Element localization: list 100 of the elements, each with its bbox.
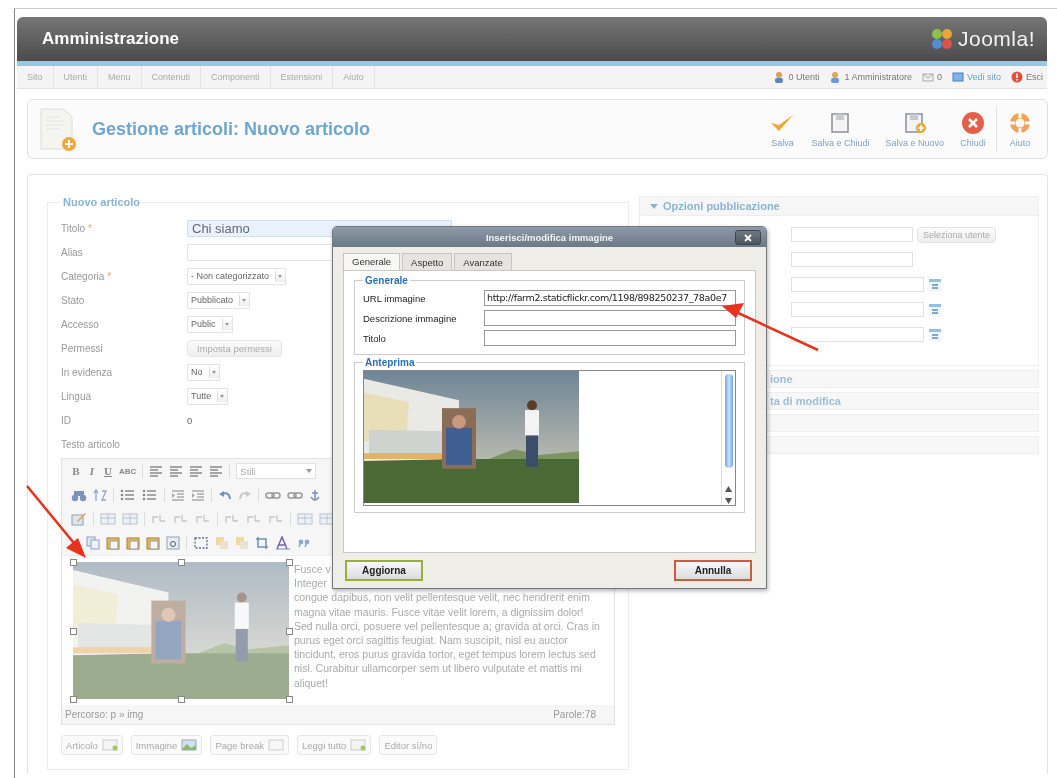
fieldset-legend: Nuovo articolo [61, 196, 142, 208]
status-link[interactable]: Esci [1026, 72, 1043, 82]
resize-handle[interactable] [70, 559, 77, 566]
menu-item[interactable]: Estensioni [270, 66, 334, 88]
link-icon[interactable] [287, 489, 303, 501]
status-link[interactable]: 0 Utenti [788, 72, 820, 82]
permissions-button[interactable]: Imposta permessi [187, 339, 282, 357]
date-field[interactable] [791, 277, 924, 292]
resize-handle[interactable] [70, 696, 77, 703]
field-label: ID [61, 414, 71, 426]
menu-item[interactable]: Componenti [201, 66, 271, 88]
format-button[interactable]: B [71, 465, 81, 477]
calendar-icon[interactable] [928, 277, 942, 292]
split-icon[interactable] [195, 513, 211, 525]
link-icon[interactable] [265, 489, 281, 501]
select-field[interactable]: No [187, 363, 220, 381]
sort-icon[interactable] [93, 488, 107, 502]
letter-box-icon[interactable] [166, 536, 180, 550]
copy-icon[interactable] [86, 536, 100, 550]
align-icon[interactable] [189, 465, 204, 477]
align-icon[interactable] [209, 465, 224, 477]
format-button[interactable]: ABC [119, 466, 137, 476]
close-icon[interactable] [744, 233, 752, 242]
select-field[interactable]: Public [187, 315, 233, 333]
list-icon[interactable] [120, 489, 136, 501]
text-field[interactable] [484, 330, 736, 346]
align-icon[interactable] [149, 465, 164, 477]
dialog-tab[interactable]: Avanzate [454, 253, 512, 270]
dialog-tab[interactable]: Generale [343, 253, 401, 270]
select-field[interactable]: - Non categorizzato [187, 267, 287, 285]
toolbar-button[interactable]: Salva e Nuovo [877, 110, 952, 148]
clipboard-icon[interactable] [146, 536, 160, 550]
lifebuoy-icon[interactable] [1007, 110, 1033, 135]
toolbar-button[interactable]: Salva e Chiudi [803, 110, 878, 148]
calendar-icon[interactable] [928, 327, 942, 342]
binoculars-icon[interactable] [71, 488, 87, 502]
indent-icon[interactable] [171, 489, 185, 501]
dialog-button[interactable]: Annulla [674, 560, 752, 581]
clipboard-icon[interactable] [106, 536, 120, 550]
calendar-icon[interactable] [928, 302, 942, 317]
resize-handle[interactable] [178, 696, 185, 703]
dropdown-icon[interactable] [306, 469, 313, 473]
split-icon[interactable] [151, 513, 167, 525]
toolbar-button[interactable]: Chiudi [952, 110, 994, 148]
close-icon[interactable] [960, 110, 986, 135]
align-icon[interactable] [169, 465, 184, 477]
text-field[interactable]: http://farm2.staticflickr.com/1198/898250237_78a0e7 [484, 290, 736, 306]
anchor-icon[interactable] [309, 488, 321, 502]
scroll-up-icon[interactable] [725, 486, 732, 492]
style-select[interactable]: Stili [236, 463, 317, 479]
layers-icon[interactable] [215, 536, 229, 550]
format-button[interactable]: I [87, 465, 97, 477]
select-user-button[interactable]: Seleziona utente [917, 226, 997, 243]
status-link[interactable]: 1 Amministratore [844, 72, 912, 82]
editor-button[interactable]: Leggi tutto [297, 735, 372, 755]
menu-item[interactable]: Utenti [53, 66, 99, 88]
field-label: Testo articolo [61, 438, 120, 450]
dashed-box-icon[interactable] [193, 536, 209, 550]
toolbar-button[interactable]: Aiuto [999, 110, 1041, 148]
text-field[interactable] [484, 310, 736, 326]
date-field[interactable] [791, 327, 924, 342]
select-field[interactable]: Pubblicato [187, 291, 251, 309]
undo-icon[interactable] [218, 489, 232, 501]
menu-item[interactable]: Contenuti [141, 66, 202, 88]
close-button[interactable] [735, 230, 761, 245]
select-field[interactable]: Tutte [187, 387, 229, 405]
resize-handle[interactable] [286, 696, 293, 703]
layers-icon[interactable] [235, 536, 249, 550]
split-icon[interactable] [246, 513, 262, 525]
panel-title[interactable]: Opzioni pubblicazione [663, 200, 780, 212]
list-icon[interactable] [142, 489, 158, 501]
clipboard-icon[interactable] [126, 536, 140, 550]
resize-handle[interactable] [286, 559, 293, 566]
status-link[interactable]: Vedi sito [966, 72, 1001, 82]
scrollbar-thumb[interactable] [724, 374, 733, 468]
resize-handle[interactable] [178, 559, 185, 566]
menu-item[interactable]: Aiuto [333, 66, 375, 88]
split-icon[interactable] [268, 513, 284, 525]
date-field[interactable] [791, 302, 924, 317]
indent-icon[interactable] [191, 489, 205, 501]
dialog-button[interactable]: Aggiorna [345, 560, 423, 581]
split-icon[interactable] [173, 513, 189, 525]
toolbar-button[interactable]: Salva [761, 110, 804, 148]
scroll-down-icon[interactable] [725, 498, 732, 504]
format-button[interactable]: U [103, 465, 113, 477]
resize-handle[interactable] [70, 627, 77, 635]
split-icon[interactable] [224, 513, 240, 525]
style-icon[interactable] [275, 536, 291, 550]
editor-button[interactable]: Editor sì/no [379, 735, 438, 755]
resize-handle[interactable] [286, 627, 293, 635]
menu-item[interactable]: Sito [17, 66, 54, 88]
editor-button[interactable]: Articolo [61, 735, 123, 755]
editor-button[interactable]: Immagine [130, 735, 203, 755]
editor-button[interactable]: Page break [210, 735, 289, 755]
dialog-tab[interactable]: Aspetto [402, 253, 453, 270]
status-link[interactable]: 0 [936, 72, 942, 82]
pencil-icon[interactable] [71, 512, 87, 526]
crop-icon[interactable] [255, 536, 269, 550]
menu-item[interactable]: Menu [98, 66, 142, 88]
redo-icon[interactable] [238, 489, 252, 501]
